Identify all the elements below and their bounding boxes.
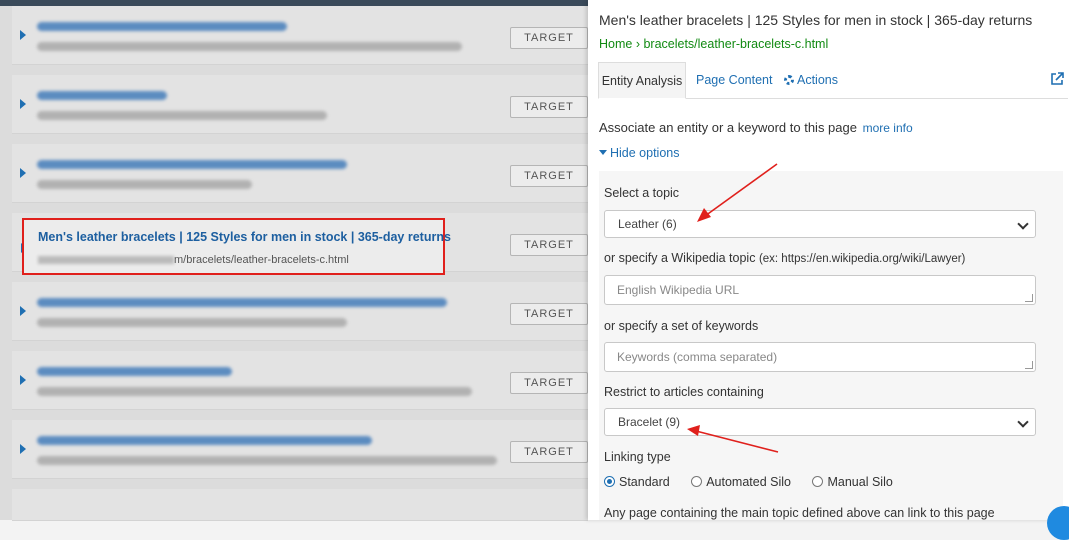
tab-entity-analysis[interactable]: Entity Analysis (598, 62, 686, 99)
keywords-label: or specify a set of keywords (604, 319, 759, 333)
linking-type-options: Standard Automated Silo Manual Silo (604, 475, 911, 489)
tab-actions-label: Actions (797, 73, 838, 87)
blurred-title (37, 160, 347, 169)
resize-grip-icon[interactable] (1025, 294, 1033, 302)
expand-arrow-icon[interactable] (20, 306, 26, 316)
keywords-placeholder: Keywords (comma separated) (617, 350, 778, 364)
expand-arrow-icon[interactable] (20, 30, 26, 40)
external-link-icon[interactable] (1050, 72, 1064, 86)
page-item-url: m/bracelets/leather-bracelets-c.html (38, 254, 349, 266)
target-button[interactable]: TARGET (510, 27, 588, 49)
panel-title: Men's leather bracelets | 125 Styles for… (599, 12, 1033, 28)
chevron-down-icon (1017, 218, 1029, 230)
wikipedia-url-input[interactable]: English Wikipedia URL (604, 275, 1036, 305)
linking-type-label: Linking type (604, 450, 671, 464)
blurred-url (37, 318, 347, 327)
page-item-url-text: m/bracelets/leather-bracelets-c.html (174, 254, 349, 266)
expand-arrow-icon[interactable] (20, 168, 26, 178)
list-item[interactable]: TARGET (12, 6, 588, 65)
keywords-input[interactable]: Keywords (comma separated) (604, 342, 1036, 372)
list-item[interactable]: TARGET (12, 144, 588, 203)
blurred-domain (38, 256, 174, 265)
expand-arrow-icon[interactable] (20, 375, 26, 385)
topic-select-value: Leather (6) (618, 217, 677, 231)
radio-automated-label: Automated Silo (706, 475, 791, 489)
list-item[interactable]: TARGET (12, 282, 588, 341)
list-item[interactable]: TARGET (12, 420, 588, 479)
radio-manual-silo[interactable]: Manual Silo (812, 475, 893, 489)
tab-page-content[interactable]: Page Content (696, 62, 772, 98)
radio-unchecked-icon (691, 476, 703, 487)
wikipedia-url-placeholder: English Wikipedia URL (617, 283, 740, 297)
radio-manual-label: Manual Silo (827, 475, 893, 489)
list-item[interactable]: TARGET (12, 351, 588, 410)
target-button[interactable]: TARGET (510, 165, 588, 187)
breadcrumb[interactable]: Home › bracelets/leather-bracelets-c.htm… (599, 37, 828, 51)
resize-grip-icon[interactable] (1025, 361, 1033, 369)
list-item[interactable]: TARGET (12, 75, 588, 134)
blurred-url (37, 42, 462, 51)
associate-heading: Associate an entity or a keyword to this… (599, 120, 913, 135)
target-button[interactable]: TARGET (510, 441, 588, 463)
help-chat-button[interactable] (1047, 506, 1069, 540)
tab-actions[interactable]: Actions (784, 62, 838, 98)
chevron-down-icon (1017, 416, 1029, 428)
blurred-title (37, 22, 287, 31)
caret-down-icon (599, 150, 607, 155)
target-button[interactable]: TARGET (510, 234, 588, 256)
highlighted-page-item[interactable]: Men's leather bracelets | 125 Styles for… (22, 218, 451, 275)
hide-options-label: Hide options (610, 146, 680, 160)
restrict-label: Restrict to articles containing (604, 385, 764, 399)
radio-standard-label: Standard (619, 475, 670, 489)
options-area: Select a topic Leather (6) or specify a … (599, 171, 1063, 520)
more-info-link[interactable]: more info (863, 121, 913, 135)
wiki-label-text: or specify a Wikipedia topic (604, 251, 756, 265)
hide-options-toggle[interactable]: Hide options (599, 146, 680, 160)
radio-standard[interactable]: Standard (604, 475, 670, 489)
target-button[interactable]: TARGET (510, 303, 588, 325)
linking-description: Any page containing the main topic defin… (604, 506, 995, 520)
page-item-title[interactable]: Men's leather bracelets | 125 Styles for… (38, 230, 451, 244)
target-button[interactable]: TARGET (510, 96, 588, 118)
blurred-title (37, 91, 167, 100)
blurred-url (37, 111, 327, 120)
topic-select[interactable]: Leather (6) (604, 210, 1036, 238)
blurred-url (37, 180, 252, 189)
gear-icon (784, 75, 794, 85)
restrict-select-value: Bracelet (9) (618, 415, 681, 429)
list-item[interactable] (12, 489, 588, 521)
radio-checked-icon (604, 476, 615, 487)
expand-arrow-icon[interactable] (20, 444, 26, 454)
expand-arrow-icon[interactable] (20, 99, 26, 109)
restrict-select[interactable]: Bracelet (9) (604, 408, 1036, 436)
blurred-title (37, 298, 447, 307)
select-topic-label: Select a topic (604, 186, 680, 200)
wiki-example: (ex: https://en.wikipedia.org/wiki/Lawye… (758, 253, 966, 265)
blurred-title (37, 367, 232, 376)
wiki-label: or specify a Wikipedia topic (ex: https:… (604, 251, 965, 265)
associate-text: Associate an entity or a keyword to this… (599, 120, 857, 135)
entity-panel: Men's leather bracelets | 125 Styles for… (588, 0, 1069, 520)
blurred-url (37, 456, 497, 465)
blurred-url (37, 387, 472, 396)
radio-automated-silo[interactable]: Automated Silo (691, 475, 791, 489)
target-button[interactable]: TARGET (510, 372, 588, 394)
radio-unchecked-icon (812, 476, 824, 487)
panel-tabs: Entity Analysis Page Content Actions (598, 62, 1068, 99)
blurred-title (37, 436, 372, 445)
